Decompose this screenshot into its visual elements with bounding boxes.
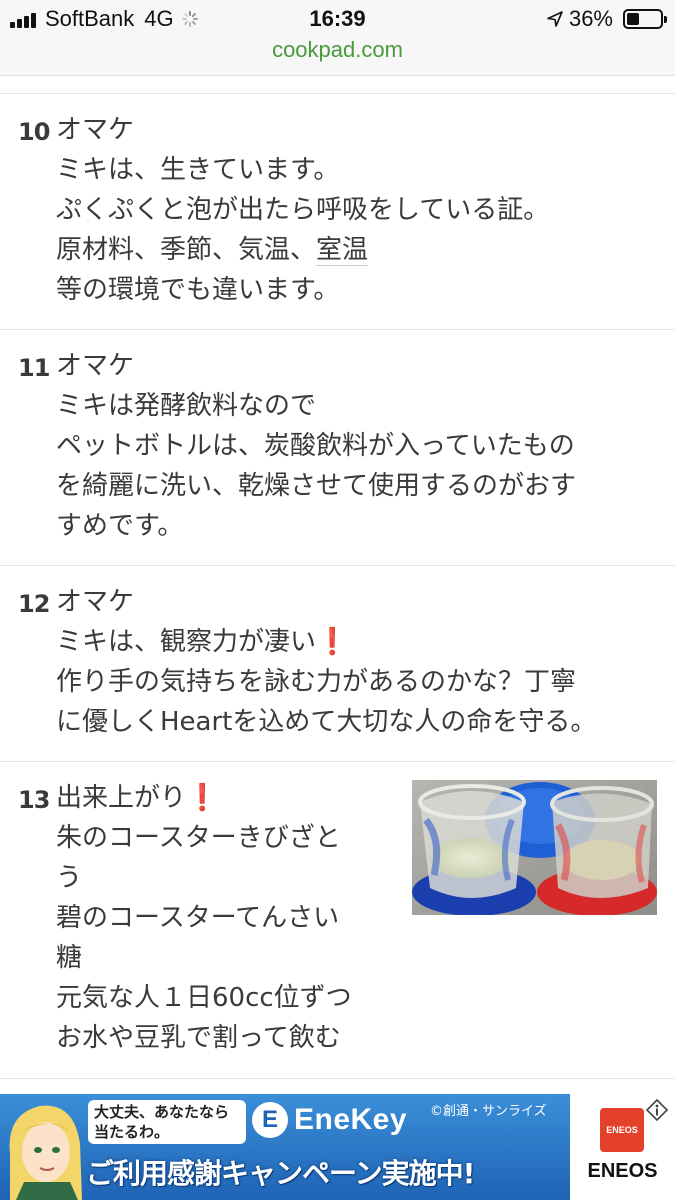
step-13: 13 出来上がり❗ 朱のコースターきびざと う 碧のコースターてんさい 糖 元気… bbox=[0, 761, 675, 1079]
step-line: 作り手の気持ちを詠む力があるのかな？丁寧 bbox=[56, 662, 596, 702]
sponsor-name: ENEOS bbox=[587, 1160, 658, 1182]
step-line: ミキは、観察力が凄い❗ bbox=[56, 622, 596, 662]
ad-brand-name: EneKey bbox=[294, 1103, 408, 1136]
step-13-photo[interactable] bbox=[412, 780, 657, 915]
step-line: ペットボトルは、炭酸飲料が入っていたもの bbox=[56, 426, 576, 466]
ad-bubble-line: 大丈夫、あなたなら bbox=[94, 1103, 230, 1121]
step-text-segment: を綺麗に洗い、乾燥させて使用するのがおす bbox=[56, 471, 577, 501]
step-text-segment: 碧のコースターてんさい bbox=[56, 903, 340, 933]
ad-headline: ご利用感謝キャンペーン実施中! bbox=[86, 1157, 475, 1190]
ad-banner[interactable]: 大丈夫、あなたなら 当たるわ。 E EneKey ©創通・サンライズ ご利用感謝… bbox=[0, 1094, 675, 1200]
step-text-segment: 等の環境でも違います。 bbox=[56, 275, 340, 305]
eneos-mark-label: ENEOS bbox=[606, 1125, 638, 1135]
enekey-mark-letter: E bbox=[261, 1106, 278, 1133]
step-line: オマケ bbox=[56, 110, 549, 150]
step-11: 11 オマケ ミキは発酵飲料なので ペットボトルは、炭酸飲料が入っていたもの を… bbox=[0, 329, 675, 565]
step-text-segment: ミキは、観察力が凄い bbox=[56, 627, 317, 657]
step-text-segment: う bbox=[56, 863, 83, 893]
step-text: オマケ ミキは、観察力が凄い❗ 作り手の気持ちを詠む力があるのかな？丁寧 に優し… bbox=[56, 582, 596, 742]
step-line: 朱のコースターきびざと bbox=[56, 818, 352, 858]
step-text-segment: 作り手の気持ちを詠む力があるのかな？丁寧 bbox=[56, 667, 577, 697]
step-line: 碧のコースターてんさい bbox=[56, 898, 352, 938]
ad-copyright: ©創通・サンライズ bbox=[430, 1104, 547, 1119]
step-line: 等の環境でも違います。 bbox=[56, 270, 549, 310]
exclamation-icon: ❗ bbox=[186, 783, 219, 813]
step-heading: 出来上がり bbox=[56, 783, 187, 813]
url-domain[interactable]: cookpad.com bbox=[272, 37, 403, 62]
exclamation-icon: ❗ bbox=[316, 627, 349, 657]
step-10: 10 オマケ ミキは、生きています。 ぷくぷくと泡が出たら呼吸をしている証。 原… bbox=[0, 93, 675, 329]
enekey-logo: E EneKey bbox=[252, 1102, 407, 1138]
step-text-segment: お水や豆乳で割って飲む bbox=[56, 1023, 341, 1053]
step-number: 10 bbox=[18, 118, 50, 146]
step-line: 原材料、季節、気温、室温 bbox=[56, 230, 549, 270]
step-12: 12 オマケ ミキは、観察力が凄い❗ 作り手の気持ちを詠む力があるのかな？丁寧 … bbox=[0, 565, 675, 761]
step-line: ぷくぷくと泡が出たら呼吸をしている証。 bbox=[56, 190, 549, 230]
step-number: 11 bbox=[18, 354, 50, 382]
step-line: すめです。 bbox=[56, 506, 576, 546]
step-line: 糖 bbox=[56, 938, 352, 978]
step-text-segment: ぷくぷくと泡が出たら呼吸をしている証。 bbox=[56, 195, 550, 225]
step-text-segment: すめです。 bbox=[56, 511, 184, 541]
step-text-segment: 元気な人１日60cc位ずつ bbox=[56, 983, 352, 1013]
ad-bubble-line: 当たるわ。 bbox=[94, 1123, 170, 1141]
step-line: 元気な人１日60cc位ずつ bbox=[56, 978, 352, 1018]
step-text-segment: 朱のコースターきびざと bbox=[56, 823, 341, 853]
ad-sponsor[interactable]: ENEOS ENEOS bbox=[570, 1094, 675, 1200]
step-heading: オマケ bbox=[56, 587, 135, 617]
eneos-logo-icon: ENEOS bbox=[600, 1108, 644, 1152]
step-line: 出来上がり❗ bbox=[56, 778, 352, 818]
battery-fill bbox=[627, 13, 639, 25]
step-line: を綺麗に洗い、乾燥させて使用するのがおす bbox=[56, 466, 576, 506]
ad-creative[interactable]: 大丈夫、あなたなら 当たるわ。 E EneKey ©創通・サンライズ ご利用感謝… bbox=[0, 1094, 570, 1200]
step-number: 13 bbox=[18, 786, 50, 814]
location-arrow-icon bbox=[547, 11, 563, 27]
step-line: ミキは、生きています。 bbox=[56, 150, 549, 190]
step-number: 12 bbox=[18, 590, 50, 618]
step-text-segment: ミキは、生きています。 bbox=[56, 155, 340, 185]
battery-percent: 36% bbox=[568, 6, 613, 31]
step-line: に優しくHeartを込めて大切な人の命を守る。 bbox=[56, 702, 596, 742]
recipe-steps: 10 オマケ ミキは、生きています。 ぷくぷくと泡が出たら呼吸をしている証。 原… bbox=[0, 93, 675, 1079]
step-line: お水や豆乳で割って飲む bbox=[56, 1018, 352, 1058]
status-right: 36% bbox=[547, 6, 667, 32]
step-text-segment: 糖 bbox=[56, 943, 83, 973]
step-line: オマケ bbox=[56, 346, 576, 386]
ad-speech-bubble: 大丈夫、あなたなら 当たるわ。 bbox=[88, 1100, 246, 1144]
enekey-mark-icon: E bbox=[252, 1102, 288, 1138]
step-heading: オマケ bbox=[56, 115, 135, 145]
keyword-link[interactable]: 室温 bbox=[316, 235, 369, 266]
step-line: う bbox=[56, 858, 352, 898]
step-text: 出来上がり❗ 朱のコースターきびざと う 碧のコースターてんさい 糖 元気な人１… bbox=[56, 778, 352, 1058]
step-heading: オマケ bbox=[56, 351, 135, 381]
status-bar: SoftBank 4G 16:39 36% bbox=[0, 0, 675, 36]
step-line: オマケ bbox=[56, 582, 596, 622]
step-text-segment: 原材料、季節、気温、 bbox=[56, 235, 317, 265]
step-text-segment: ミキは発酵飲料なので bbox=[56, 391, 317, 421]
anime-character-icon bbox=[9, 1105, 82, 1200]
battery-icon bbox=[623, 9, 667, 29]
ad-info-icon[interactable] bbox=[645, 1098, 669, 1122]
step-text: オマケ ミキは発酵飲料なので ペットボトルは、炭酸飲料が入っていたもの を綺麗に… bbox=[56, 346, 576, 546]
step-text-segment: ペットボトルは、炭酸飲料が入っていたもの bbox=[56, 431, 575, 461]
step-text-segment: に優しくHeartを込めて大切な人の命を守る。 bbox=[56, 707, 597, 737]
glasses-on-coasters-image bbox=[412, 780, 657, 915]
step-text: オマケ ミキは、生きています。 ぷくぷくと泡が出たら呼吸をしている証。 原材料、… bbox=[56, 110, 549, 310]
step-line: ミキは発酵飲料なので bbox=[56, 386, 576, 426]
url-bar[interactable]: cookpad.com bbox=[0, 36, 675, 76]
